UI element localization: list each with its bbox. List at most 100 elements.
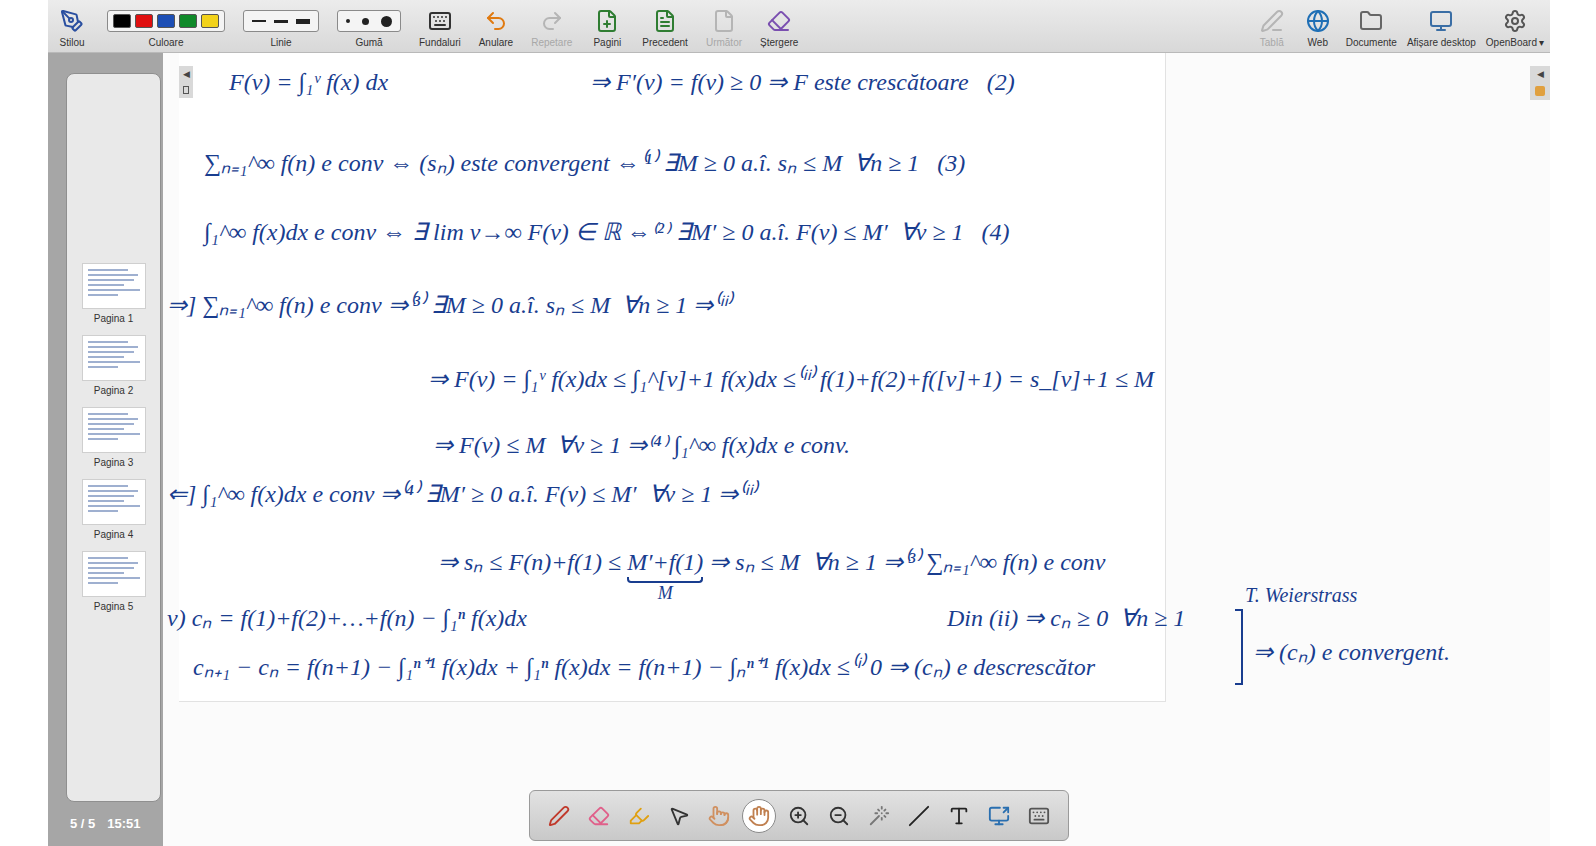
page-thumbnail[interactable]: Pagina 4: [82, 479, 146, 541]
handwritten-line: ⇒ sₙ ≤ F(n)+f(1) ≤ M′+f(1)M ⇒ sₙ ≤ M ∀n …: [438, 547, 1105, 577]
toolbar-button[interactable]: Ștergere: [757, 3, 801, 49]
toolbar-button[interactable]: Fundaluri: [416, 3, 464, 49]
toolbar-button[interactable]: Culoare: [104, 3, 228, 49]
tool-button[interactable]: [742, 799, 776, 833]
tool-icon: [988, 805, 1010, 827]
tool-button[interactable]: [942, 799, 976, 833]
toolbar-icon: [540, 9, 564, 33]
toolbar-icon: [428, 9, 452, 33]
line-width-group: [243, 10, 319, 32]
tool-button[interactable]: [782, 799, 816, 833]
page-thumbnail[interactable]: Pagina 1: [82, 263, 146, 325]
openboard-window: Stilou Culoare Linie Gumă Fundaluri Anulare Re…: [48, 0, 1550, 846]
pages-sidebar: Pagina 1 Pagina 2 Pagina 3 Pagina 4 Pagina 5…: [48, 53, 163, 846]
handwritten-line: cₙ₊₁ − cₙ = f(n+1) − ∫₁ⁿ⁺¹ f(x)dx + ∫₁ⁿ …: [193, 652, 1095, 682]
page-thumbnail[interactable]: Pagina 2: [82, 335, 146, 397]
eraser-small[interactable]: [346, 19, 350, 23]
toolbar-button[interactable]: Afișare desktop: [1407, 3, 1476, 49]
tool-button[interactable]: [622, 799, 656, 833]
page-thumbnail-image: [82, 551, 146, 597]
tool-icon: [948, 805, 970, 827]
toolbar-icon: [767, 9, 791, 33]
color-group: [107, 10, 225, 32]
page-thumbnail[interactable]: Pagina 5: [82, 551, 146, 613]
tool-button[interactable]: [982, 799, 1016, 833]
toolbar-icon: [1429, 9, 1453, 33]
tool-button[interactable]: [862, 799, 896, 833]
toolbar-button[interactable]: Tablă: [1254, 3, 1290, 49]
tool-button[interactable]: [822, 799, 856, 833]
eraser-large[interactable]: [381, 16, 392, 27]
underbrace: [627, 577, 703, 583]
toolbar-icon: [1359, 9, 1383, 33]
toolbar-button[interactable]: OpenBoard▾: [1486, 3, 1544, 49]
toolbar-icon: [1306, 9, 1330, 33]
tool-icon: [908, 805, 930, 827]
tool-icon: [548, 805, 570, 827]
tool-icon: [868, 805, 890, 827]
handwritten-line: ⇒ F(v) ≤ M ∀v ≥ 1 ⇒⁽⁴⁾ ∫₁^∞ f(x)dx e con…: [433, 430, 850, 460]
page-counter: 5 / 5: [70, 814, 95, 834]
color-swatch[interactable]: [179, 14, 197, 28]
tool-icon: [588, 805, 610, 827]
page-thumbnail[interactable]: Pagina 3: [82, 407, 146, 469]
handwritten-line: ⇐] ∫₁^∞ f(x)dx e conv ⇒⁽⁴⁾ ∃M′ ≥ 0 a.î. …: [167, 479, 756, 509]
handwritten-line: ⇒ (cₙ) e convergent.: [1253, 637, 1450, 667]
collapse-left-tab[interactable]: ◀: [179, 66, 193, 98]
tool-button[interactable]: [582, 799, 616, 833]
tool-button[interactable]: [902, 799, 936, 833]
screen: Stilou Culoare Linie Gumă Fundaluri Anulare Re…: [0, 0, 1596, 846]
toolbar-button[interactable]: Documente: [1346, 3, 1397, 49]
toolbar-button[interactable]: Anulare: [476, 3, 516, 49]
toolbar-button[interactable]: Precedent: [639, 3, 691, 49]
handwritten-line: T. Weierstrass: [1245, 583, 1357, 607]
toolbar-icon: [653, 9, 677, 33]
tool-button[interactable]: [702, 799, 736, 833]
page-thumbnail-image: [82, 263, 146, 309]
tool-icon: [1028, 805, 1050, 827]
toolbar-button[interactable]: Pagini: [587, 3, 627, 49]
color-swatch[interactable]: [157, 14, 175, 28]
toolbar-button[interactable]: Web: [1300, 3, 1336, 49]
tool-icon: [748, 805, 770, 827]
color-swatch[interactable]: [135, 14, 153, 28]
underbrace-group: M′+f(1)M: [627, 547, 703, 577]
color-swatch[interactable]: [113, 14, 131, 28]
toolbar-icon: [712, 9, 736, 33]
toolbar-icon: [1260, 9, 1284, 33]
tool-icon: [828, 805, 850, 827]
toolbar-button[interactable]: Stilou: [52, 3, 92, 49]
tool-button[interactable]: [662, 799, 696, 833]
tool-button[interactable]: [1022, 799, 1056, 833]
toolbar-icon: [484, 9, 508, 33]
eraser-medium[interactable]: [362, 18, 369, 25]
tool-icon: [708, 805, 730, 827]
top-toolbar: Stilou Culoare Linie Gumă Fundaluri Anulare Re…: [48, 0, 1550, 53]
toolbar-button[interactable]: Repetare: [528, 3, 575, 49]
color-swatch[interactable]: [201, 14, 219, 28]
board[interactable]: ◀◀F(v) = ∫₁ᵛ f(x) dx⇒ F′(v) = f(v) ≥ 0 ⇒…: [163, 53, 1550, 846]
handwritten-line: Din (ii) ⇒ cₙ ≥ 0 ∀n ≥ 1: [947, 603, 1185, 633]
tool-button[interactable]: [542, 799, 576, 833]
workspace: Pagina 1 Pagina 2 Pagina 3 Pagina 4 Pagina 5…: [48, 53, 1550, 846]
toolbar-icon: [60, 9, 84, 33]
toolbar-icon: [595, 9, 619, 33]
toolbar-button[interactable]: Gumă: [334, 3, 404, 49]
floating-toolbar: [529, 790, 1069, 841]
page-thumbnail-image: [82, 335, 146, 381]
menu-arrow: ▾: [1539, 37, 1544, 48]
toolbar-button[interactable]: Linie: [240, 3, 322, 49]
toolbar-button[interactable]: Următor: [703, 3, 745, 49]
line-thin[interactable]: [252, 20, 266, 22]
tool-icon: [668, 805, 690, 827]
page-thumbnail-image: [82, 479, 146, 525]
handwritten-line: v) cₙ = f(1)+f(2)+…+f(n) − ∫₁ⁿ f(x)dx: [167, 603, 527, 633]
handwritten-line: ∫₁^∞ f(x)dx e conv ⇔ ∃ lim v→∞ F(v) ∈ ℝ …: [204, 217, 1010, 247]
toolbar-icon: [1503, 9, 1527, 33]
collapse-right-tab[interactable]: ◀: [1530, 66, 1550, 100]
line-thick[interactable]: [296, 19, 310, 24]
handwritten-line: ∑ₙ₌₁^∞ f(n) e conv ⇔ (sₙ) este convergen…: [204, 148, 965, 178]
line-medium[interactable]: [274, 20, 288, 23]
handwritten-line: ⇒ F(v) = ∫₁ᵛ f(x)dx ≤ ∫₁^[v]+1 f(x)dx ≤⁽…: [428, 364, 1154, 394]
handwritten-line: ⇒] ∑ₙ₌₁^∞ f(n) e conv ⇒⁽³⁾ ∃M ≥ 0 a.î. s…: [167, 290, 731, 320]
